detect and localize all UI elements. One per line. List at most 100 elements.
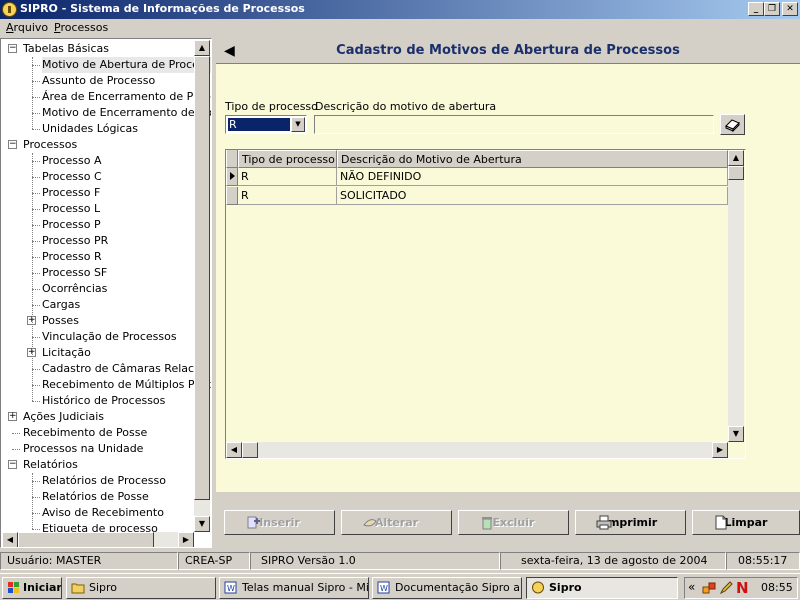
tree-item[interactable]: Recebimento de Múltiplos Processos [42,377,211,393]
excluir-button[interactable]: Excluir [458,510,569,535]
edit-icon [363,519,377,527]
column-header-descricao[interactable]: Descrição do Motivo de Abertura [337,150,728,168]
tree-item[interactable]: Motivo de Encerramento de Processos [42,105,211,121]
minimize-button[interactable]: _ [748,2,764,16]
dropdown-arrow-icon[interactable]: ▼ [291,117,305,132]
grid-scroll-down-button[interactable]: ▼ [728,426,744,442]
tree-item[interactable]: Processo SF [42,265,109,281]
tree-item[interactable]: Processo A [42,153,103,169]
tree-connector [32,337,40,338]
tree-item[interactable]: Unidades Lógicas [42,121,140,137]
tree-item[interactable]: Processo P [42,217,103,233]
tree-item[interactable]: Assunto de Processo [42,73,157,89]
tray-clock[interactable]: 08:55 [761,581,793,594]
tree-group-1[interactable]: Processos [23,137,77,153]
tree-connector [32,529,40,530]
tree-connector [12,433,20,434]
tree-item[interactable]: Motivo de Abertura de Processos [42,57,211,73]
tree-connector [12,449,20,450]
taskbar: Iniciar Sipro W Telas manual Sipro - Mi.… [0,573,800,600]
form-panel: Tipo de processo Descrição do motivo de … [216,64,800,492]
tree-group-2[interactable]: Ações Judiciais [23,409,104,425]
tree-scroll-thumb[interactable] [194,56,210,500]
alterar-button[interactable]: Alterar [341,510,452,535]
tipo-processo-select[interactable]: R ▼ [225,115,307,134]
tree-connector [32,209,40,210]
tree-hscroll-thumb[interactable] [18,532,154,547]
tree-item[interactable]: Aviso de Recebimento [42,505,166,521]
collapse-icon[interactable]: − [8,140,17,149]
tree-item[interactable]: Cargas [42,297,82,313]
close-button[interactable]: ✕ [782,2,798,16]
task-sipro-app[interactable]: Sipro [526,577,678,599]
tree-item[interactable]: Ocorrências [42,281,109,297]
tree-item[interactable]: Relatórios de Processo [42,473,168,489]
tree-item[interactable]: Histórico de Processos [42,393,167,409]
tree-item[interactable]: Processo PR [42,233,110,249]
grid-hscroll-thumb[interactable] [242,442,258,458]
tree-connector [32,177,40,178]
task-sipro-folder[interactable]: Sipro [66,577,216,599]
word-icon: W [224,581,237,594]
collapse-icon[interactable]: − [8,44,17,53]
eraser-icon [725,119,740,133]
tree-group-0[interactable]: Tabelas Básicas [23,41,109,57]
tree-item[interactable]: Processo F [42,185,102,201]
tree-group-5[interactable]: Relatórios [23,457,78,473]
tree-item[interactable]: Relatórios de Posse [42,489,151,505]
inserir-button[interactable]: Inserir [224,510,335,535]
grid-scroll-up-button[interactable]: ▲ [728,150,744,166]
grid-scroll-left-button[interactable]: ◀ [226,442,242,458]
tree-scroll-down-button[interactable]: ▼ [194,516,210,532]
tree-item[interactable]: Licitação [42,345,93,361]
grid-scroll-right-button[interactable]: ▶ [712,442,728,458]
grid-hscroll-track[interactable] [242,442,712,458]
navigation-tree[interactable]: − Tabelas Básicas Motivo de Abertura de Pr… [0,38,212,548]
tree-item[interactable]: Posses [42,313,81,329]
table-row-1-tipo[interactable]: R [238,168,337,186]
table-row-1-descricao[interactable]: NÃO DEFINIDO [337,168,728,186]
task-documentacao[interactable]: W Documentação Sipro a... [372,577,522,599]
restore-button[interactable]: ❐ [764,2,780,16]
folder-icon [71,583,85,594]
search-button[interactable] [720,114,745,135]
tree-group-4[interactable]: Processos na Unidade [23,441,143,457]
tray-expand-icon[interactable]: « [688,580,695,594]
expand-icon[interactable]: + [8,412,17,421]
collapse-icon[interactable]: − [8,460,17,469]
status-org: CREA-SP [178,552,250,570]
tree-group-3[interactable]: Recebimento de Posse [23,425,147,441]
windows-logo-icon [8,582,19,593]
task-telas-manual[interactable]: W Telas manual Sipro - Mi... [219,577,369,599]
norton-icon[interactable]: N [736,579,749,597]
row-indicator[interactable] [226,187,238,205]
tree-scroll-left-button[interactable]: ◀ [2,532,18,547]
tree-scroll-right-button[interactable]: ▶ [178,532,194,547]
imprimir-button[interactable]: Imprimir [575,510,686,535]
table-row-2-descricao[interactable]: SOLICITADO [337,187,728,205]
tree-item[interactable]: Processo C [42,169,104,185]
pencil-icon[interactable] [719,581,733,595]
tree-connector [32,153,33,401]
tree-item[interactable]: Vinculação de Processos [42,329,179,345]
network-icon[interactable] [702,581,716,595]
column-header-tipo[interactable]: Tipo de processo [238,150,337,168]
inserir-label: Inserir [259,516,300,529]
insert-icon [247,516,260,529]
menu-processos[interactable]: Processos [54,21,108,34]
tree-item[interactable]: Processo R [42,249,104,265]
tree-item[interactable]: Área de Encerramento de Processos [42,89,211,105]
tree-item[interactable]: Processo L [42,201,102,217]
row-indicator-current[interactable] [226,168,238,186]
descricao-input[interactable] [314,115,714,134]
limpar-button[interactable]: Limpar [692,510,800,535]
title-bar[interactable]: SIPRO - Sistema de Informações de Proces… [0,0,800,19]
table-row-2-tipo[interactable]: R [238,187,337,205]
tree-scroll-up-button[interactable]: ▲ [194,40,210,56]
tree-item[interactable]: Cadastro de Câmaras Relacionadas [42,361,211,377]
start-button[interactable]: Iniciar [2,577,62,599]
grid-scroll-thumb[interactable] [728,166,744,180]
motivos-grid[interactable]: Tipo de processo Descrição do Motivo de … [225,149,746,459]
grid-scroll-track[interactable] [728,166,744,426]
menu-arquivo[interactable]: Arquivo [6,21,48,34]
